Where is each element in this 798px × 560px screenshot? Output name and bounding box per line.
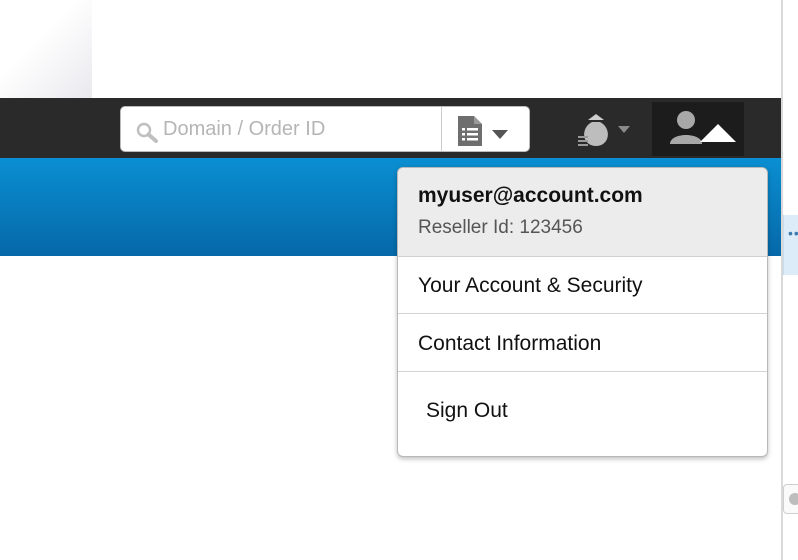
menu-item-label: Contact Information [418, 332, 602, 355]
account-menu-button[interactable] [652, 102, 744, 156]
search-box [120, 106, 530, 152]
side-panel-tab[interactable]: •• [783, 215, 798, 275]
more-icon: •• [788, 225, 798, 241]
document-list-icon [456, 115, 484, 152]
money-bag-icon [578, 114, 630, 146]
chevron-down-icon [492, 126, 508, 144]
menu-item-contact-information[interactable]: Contact Information [398, 315, 767, 372]
account-email: myuser@account.com [418, 184, 643, 207]
menu-item-label: Sign Out [426, 399, 508, 422]
search-input[interactable] [163, 115, 433, 143]
reseller-id: Reseller Id: 123456 [418, 217, 583, 238]
search-icon [135, 121, 159, 148]
menu-item-label: Your Account & Security [418, 274, 643, 297]
logo-area [0, 0, 92, 98]
search-type-dropdown[interactable] [442, 107, 530, 151]
menu-item-sign-out[interactable]: Sign Out [398, 373, 767, 456]
account-summary: myuser@account.com Reseller Id: 123456 [398, 168, 767, 257]
menu-item-account-security[interactable]: Your Account & Security [398, 257, 767, 314]
user-icon [670, 111, 736, 144]
side-scroll-handle[interactable] [783, 484, 798, 514]
window-edge [781, 0, 783, 560]
account-dropdown-menu: myuser@account.com Reseller Id: 123456 Y… [397, 167, 768, 457]
billing-menu-button[interactable] [572, 106, 638, 152]
